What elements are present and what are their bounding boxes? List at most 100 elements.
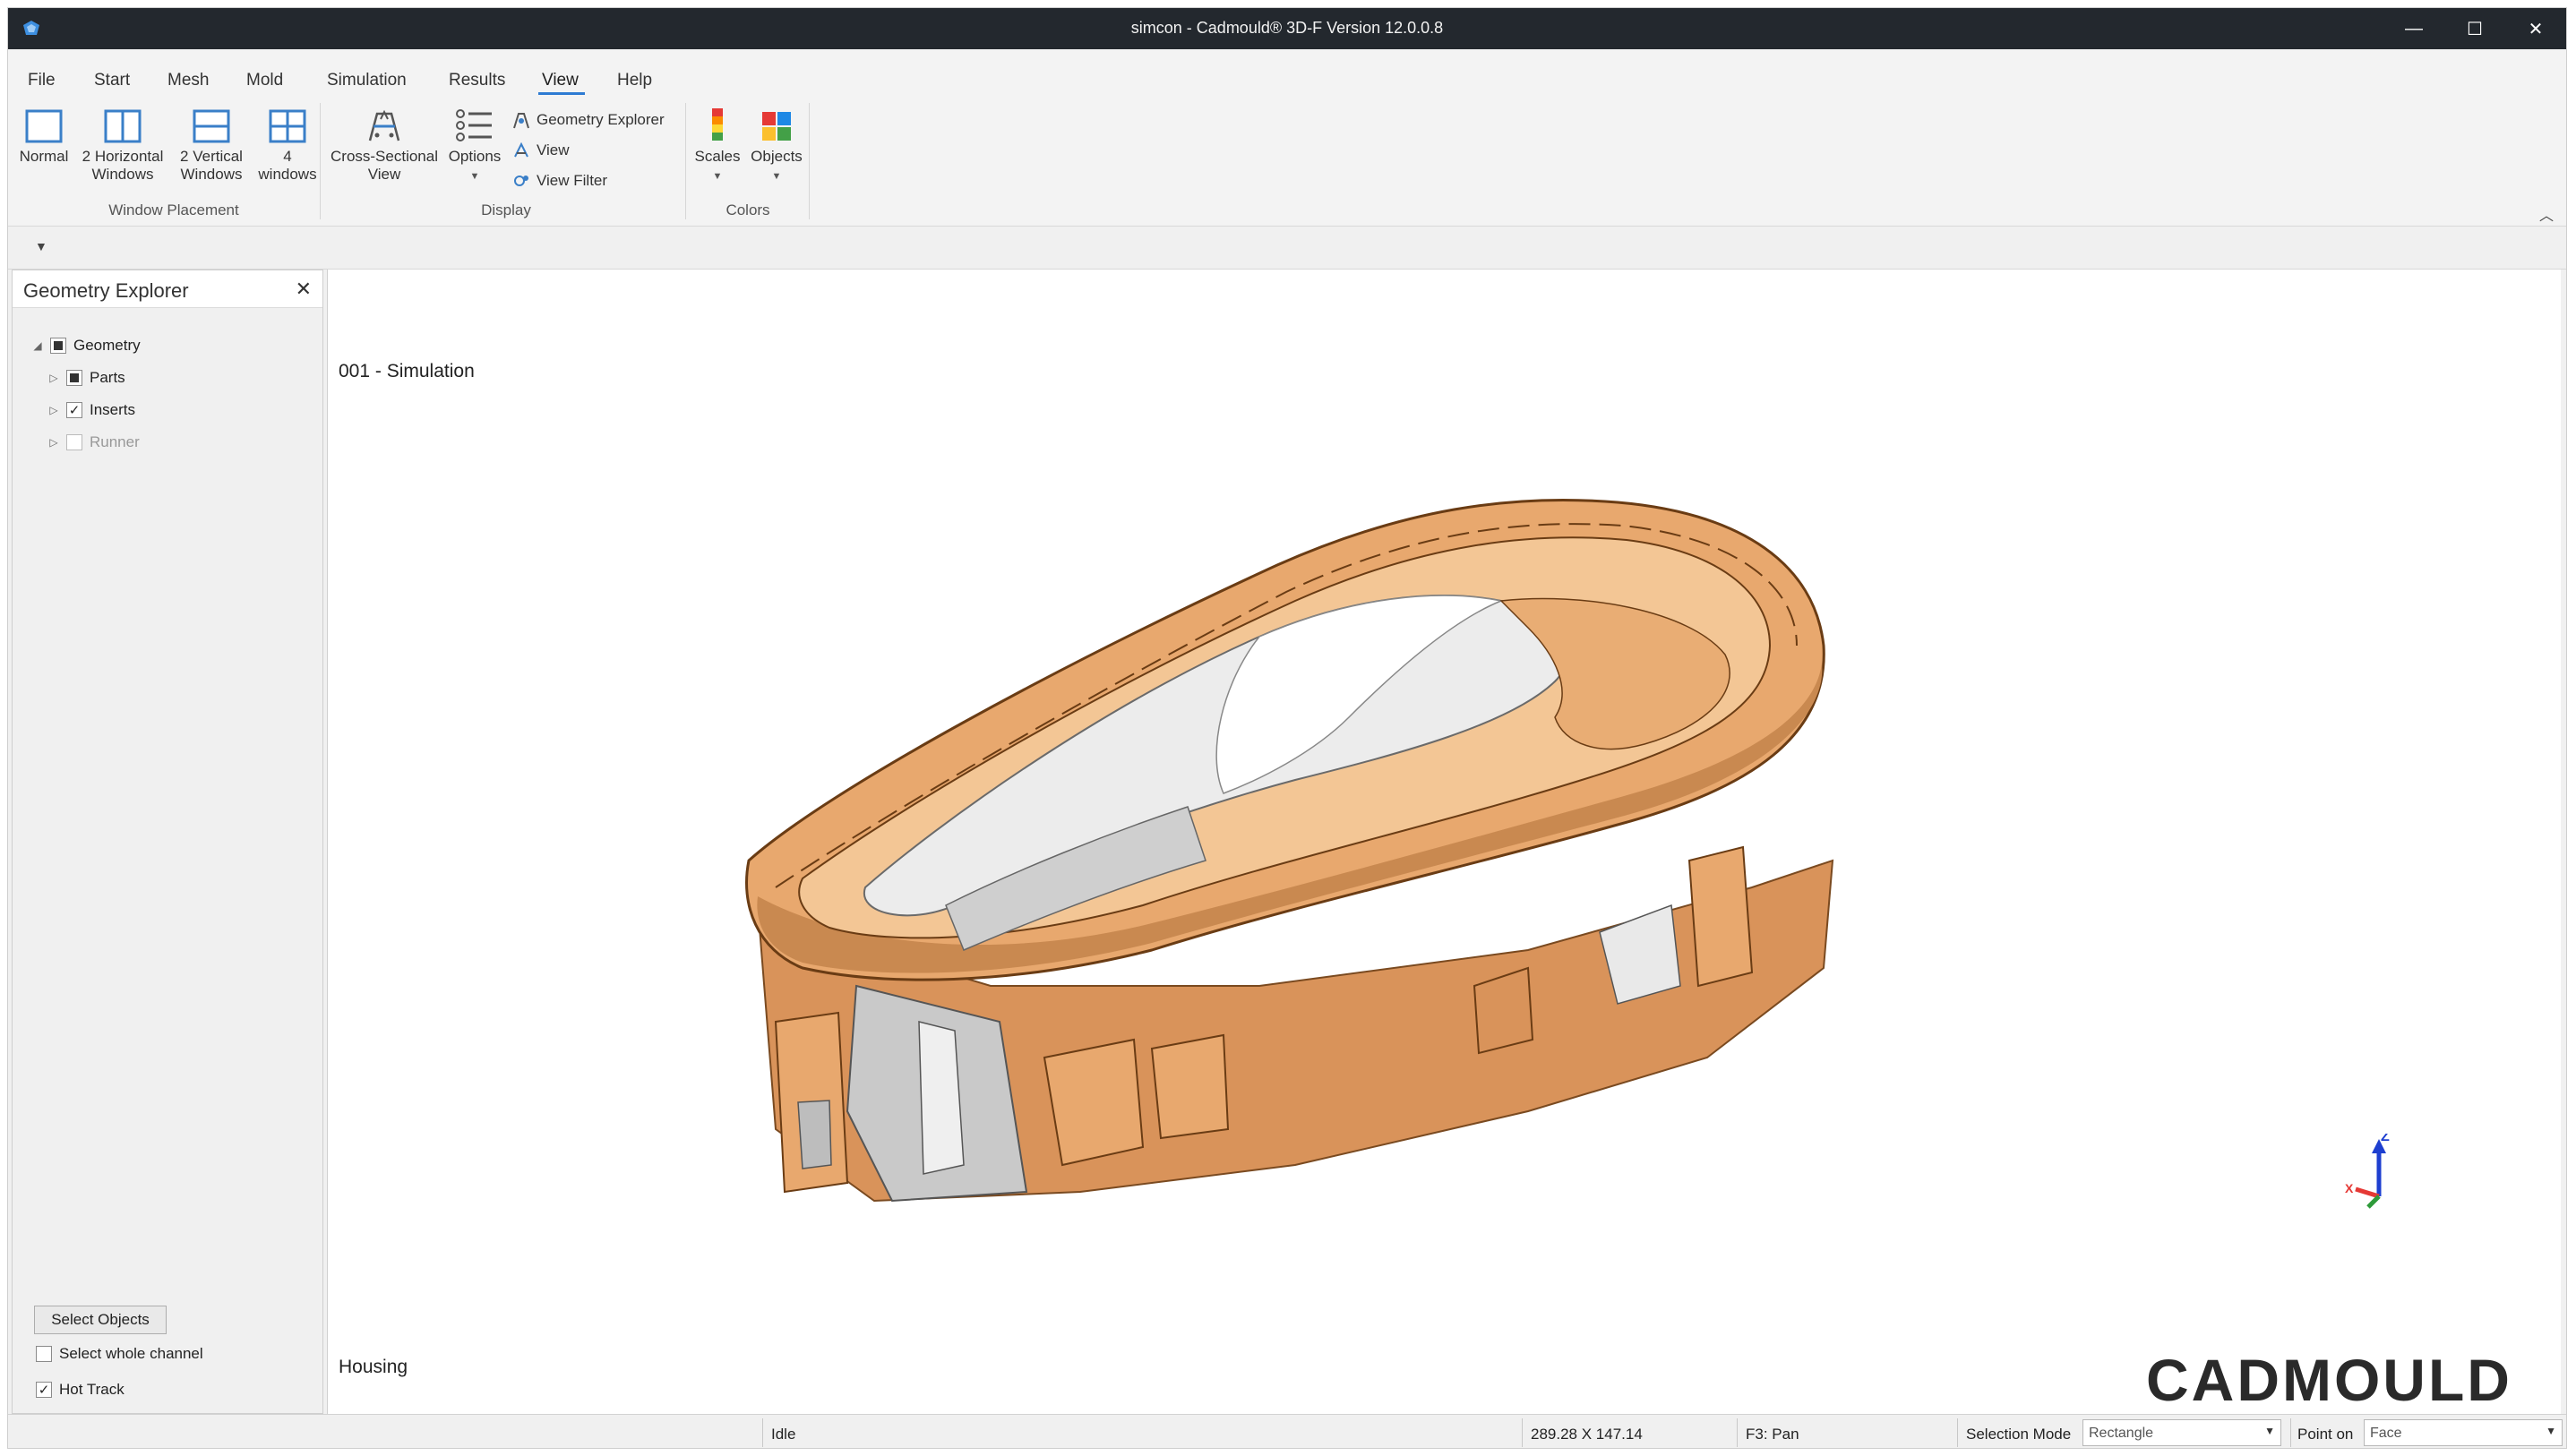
tree-item-parts[interactable]: ▷ Parts bbox=[47, 369, 125, 387]
menu-file[interactable]: File bbox=[28, 71, 56, 90]
status-separator bbox=[1737, 1418, 1738, 1447]
panel-close-icon[interactable]: ✕ bbox=[296, 278, 312, 301]
tree-label-parts: Parts bbox=[90, 369, 125, 386]
tree-checkbox-geometry[interactable] bbox=[50, 338, 66, 354]
quick-access-bar: ▼ bbox=[8, 227, 2566, 270]
two-horizontal-windows-button[interactable]: 2 Horizontal Windows bbox=[76, 108, 169, 184]
dropdown-arrow-icon: ▼ bbox=[2546, 1425, 2556, 1437]
cross-sectional-view-button[interactable]: Cross-Sectional View bbox=[327, 107, 442, 184]
scales-label: Scales bbox=[694, 148, 741, 165]
two-horizontal-label: 2 Horizontal Windows bbox=[82, 148, 164, 183]
four-windows-icon bbox=[269, 109, 306, 143]
menu-bar: File Start Mesh Mold Simulation Results … bbox=[8, 49, 2566, 96]
status-hint: F3: Pan bbox=[1746, 1426, 1799, 1443]
selection-mode-label: Selection Mode bbox=[1966, 1426, 2072, 1443]
view-icon bbox=[514, 141, 528, 158]
application-window: simcon - Cadmould® 3D-F Version 12.0.0.8… bbox=[7, 7, 2567, 1449]
ribbon-group-separator bbox=[320, 103, 321, 219]
menu-results[interactable]: Results bbox=[449, 71, 505, 90]
menu-mold[interactable]: Mold bbox=[246, 71, 283, 90]
hot-track-option[interactable]: ✓ Hot Track bbox=[36, 1381, 125, 1399]
status-separator bbox=[1522, 1418, 1523, 1447]
selection-mode-select[interactable]: Rectangle ▼ bbox=[2082, 1419, 2281, 1446]
objects-dropdown-icon: ▼ bbox=[771, 171, 782, 182]
hot-track-checkbox[interactable]: ✓ bbox=[36, 1382, 52, 1398]
four-windows-button[interactable]: 4 windows bbox=[252, 108, 323, 184]
hot-track-label: Hot Track bbox=[59, 1381, 125, 1398]
select-whole-channel-checkbox[interactable] bbox=[36, 1346, 52, 1362]
scales-button[interactable]: Scales ▼ bbox=[689, 107, 746, 185]
point-on-select[interactable]: Face ▼ bbox=[2364, 1419, 2563, 1446]
title-bar: simcon - Cadmould® 3D-F Version 12.0.0.8… bbox=[8, 8, 2566, 49]
scales-dropdown-icon: ▼ bbox=[712, 171, 723, 182]
color-scale-icon bbox=[712, 108, 723, 141]
view-filter-button[interactable]: View Filter bbox=[511, 171, 607, 191]
menu-help[interactable]: Help bbox=[617, 71, 652, 90]
tree-item-runner[interactable]: ▷ Runner bbox=[47, 433, 140, 451]
two-vertical-label: 2 Vertical Windows bbox=[180, 148, 243, 183]
tree-label-inserts: Inserts bbox=[90, 401, 136, 418]
menu-start[interactable]: Start bbox=[94, 71, 130, 90]
two-vertical-windows-button[interactable]: 2 Vertical Windows bbox=[171, 108, 252, 184]
two-horizontal-windows-icon bbox=[104, 109, 142, 143]
select-whole-channel-label: Select whole channel bbox=[59, 1345, 203, 1362]
point-on-label: Point on bbox=[2297, 1426, 2354, 1443]
cadmould-logo: CADMOULD bbox=[2146, 1347, 2512, 1413]
chevron-up-icon: ︿ bbox=[2538, 209, 2554, 224]
object-colors-icon bbox=[762, 112, 791, 141]
close-button[interactable]: ✕ bbox=[2505, 8, 2566, 49]
options-list-icon bbox=[456, 109, 492, 141]
tree-label-geometry: Geometry bbox=[73, 337, 141, 354]
options-dropdown-icon: ▼ bbox=[469, 171, 480, 182]
maximize-button[interactable]: ☐ bbox=[2444, 8, 2505, 49]
status-separator bbox=[1957, 1418, 1958, 1447]
tree-checkbox-parts[interactable] bbox=[66, 370, 82, 386]
axis-z-label: Z bbox=[2381, 1134, 2390, 1144]
view-filter-icon bbox=[514, 176, 528, 186]
tree-checkbox-inserts[interactable]: ✓ bbox=[66, 402, 82, 418]
geometry-explorer-button[interactable]: Geometry Explorer bbox=[511, 110, 665, 130]
cross-section-icon bbox=[368, 109, 400, 141]
expand-arrow-icon[interactable]: ▷ bbox=[47, 372, 61, 384]
selection-mode-value: Rectangle bbox=[2089, 1426, 2154, 1441]
status-state: Idle bbox=[771, 1426, 796, 1443]
select-whole-channel-option[interactable]: Select whole channel bbox=[36, 1345, 203, 1363]
window-title: simcon - Cadmould® 3D-F Version 12.0.0.8 bbox=[1130, 19, 1444, 37]
tree-item-inserts[interactable]: ▷ ✓ Inserts bbox=[47, 401, 135, 419]
minimize-button[interactable]: — bbox=[2383, 8, 2444, 49]
tree-checkbox-runner[interactable] bbox=[66, 434, 82, 450]
ribbon: Normal 2 Horizontal Windows 2 Vertical W… bbox=[8, 96, 2566, 227]
normal-window-icon bbox=[25, 109, 63, 143]
menu-view[interactable]: View bbox=[542, 71, 579, 90]
objects-button[interactable]: Objects ▼ bbox=[746, 107, 807, 185]
housing-3d-model[interactable] bbox=[722, 484, 1913, 1219]
expand-arrow-icon[interactable]: ▷ bbox=[47, 404, 61, 416]
expand-arrow-icon[interactable]: ▷ bbox=[47, 436, 61, 449]
view-filter-label: View Filter bbox=[537, 172, 608, 189]
geometry-explorer-label: Geometry Explorer bbox=[537, 111, 665, 128]
geometry-explorer-panel: Geometry Explorer ✕ ◢ Geometry ▷ Parts ▷… bbox=[12, 270, 323, 1414]
view-button[interactable]: View bbox=[511, 141, 570, 160]
window-placement-group-label: Window Placement bbox=[108, 201, 239, 218]
options-button[interactable]: Options ▼ bbox=[442, 107, 508, 185]
tree-item-geometry[interactable]: ◢ Geometry bbox=[30, 337, 141, 355]
status-separator bbox=[762, 1418, 763, 1447]
minimize-icon: — bbox=[2405, 18, 2423, 39]
ribbon-collapse-button[interactable]: ︿ bbox=[2539, 203, 2554, 225]
menu-mesh[interactable]: Mesh bbox=[167, 71, 209, 90]
status-separator bbox=[2290, 1418, 2291, 1447]
view-label: View bbox=[537, 141, 570, 158]
collapse-arrow-icon[interactable]: ◢ bbox=[30, 339, 45, 352]
axis-x-label: X bbox=[2345, 1181, 2354, 1195]
status-bar: Idle 289.28 X 147.14 F3: Pan Selection M… bbox=[8, 1414, 2566, 1448]
colors-group-label: Colors bbox=[726, 201, 770, 218]
point-on-value: Face bbox=[2370, 1426, 2402, 1441]
select-objects-button[interactable]: Select Objects bbox=[34, 1306, 167, 1334]
panel-title: Geometry Explorer bbox=[23, 279, 189, 302]
normal-window-button[interactable]: Normal bbox=[15, 108, 73, 166]
3d-viewport[interactable]: 001 - Simulation Housing Z X CADMOULD bbox=[327, 270, 2561, 1414]
display-group-label: Display bbox=[481, 201, 531, 218]
chevron-down-icon[interactable]: ▼ bbox=[35, 239, 47, 253]
ribbon-group-separator bbox=[809, 103, 810, 219]
menu-simulation[interactable]: Simulation bbox=[327, 71, 407, 90]
